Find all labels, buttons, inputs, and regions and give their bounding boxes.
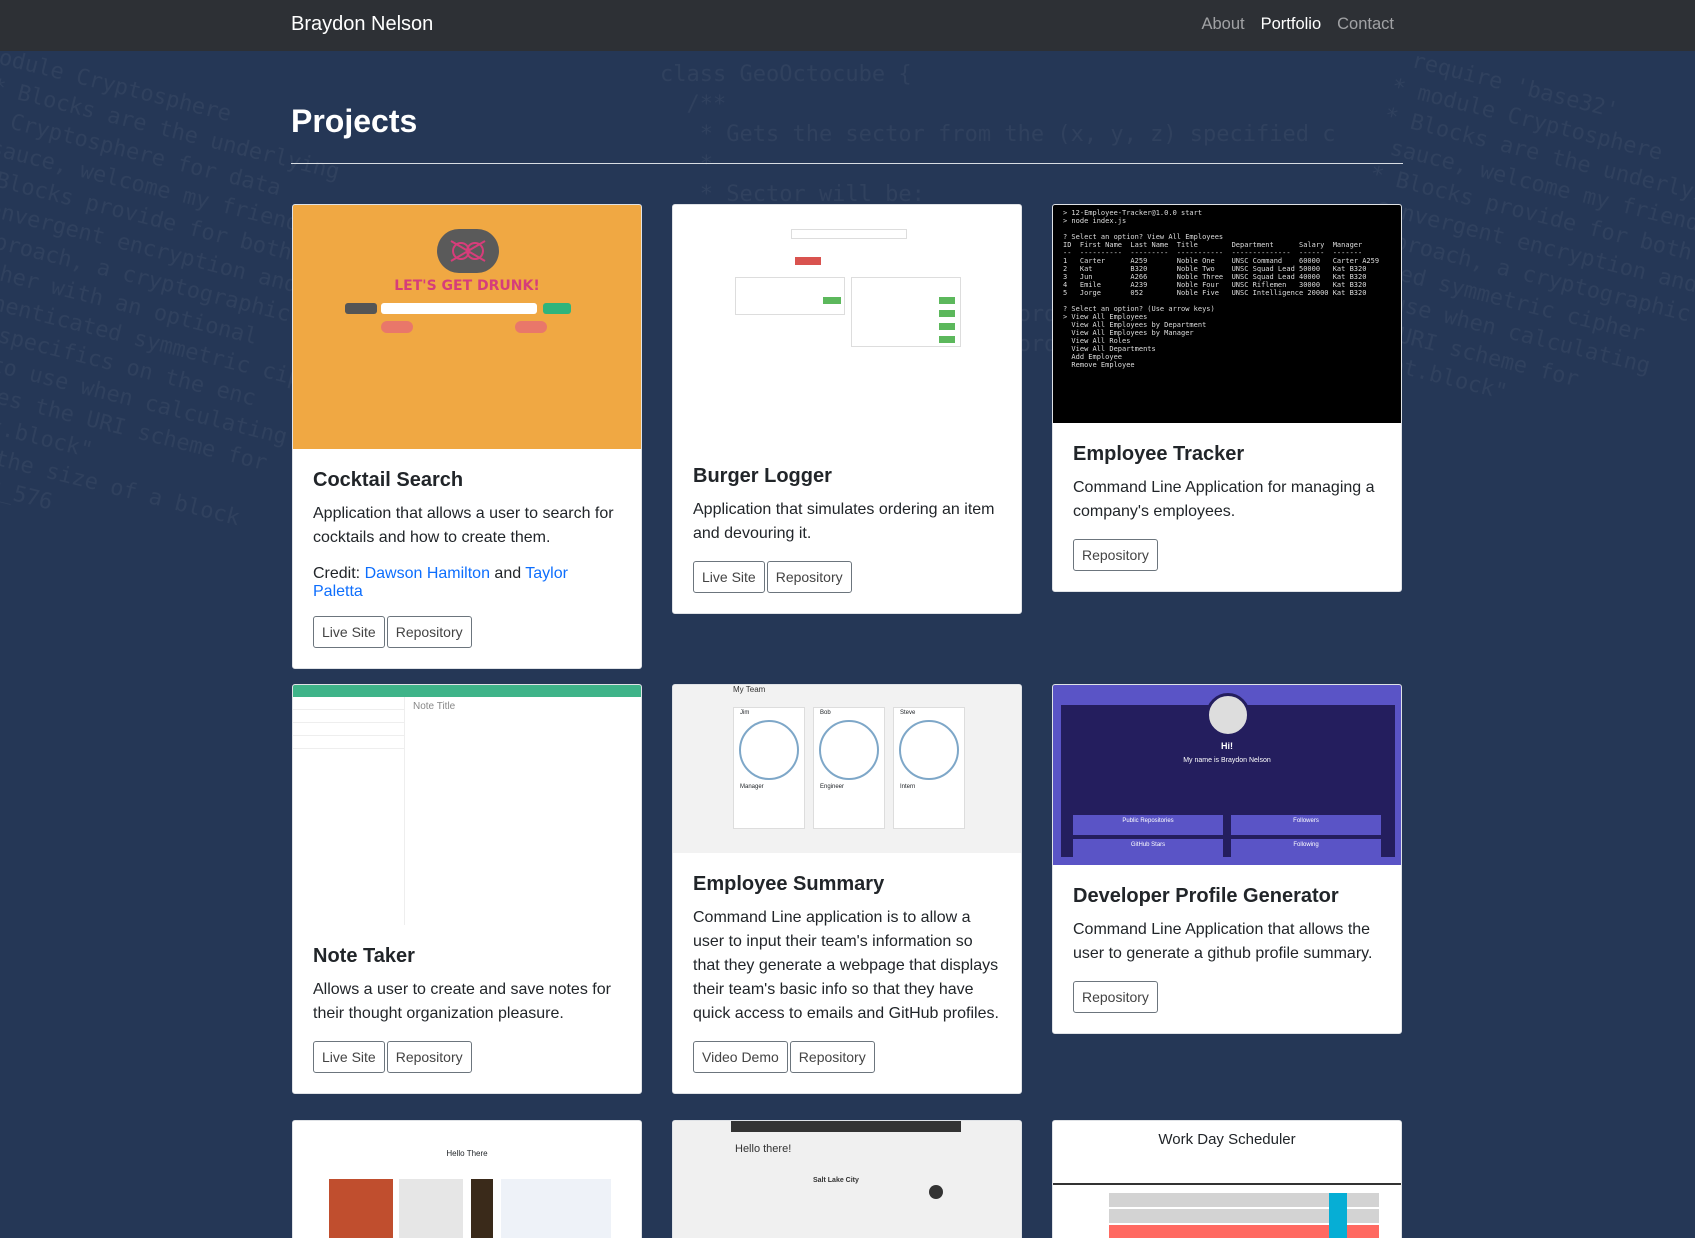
team-member-card: Steve Intern: [893, 707, 965, 829]
card-body: Burger Logger Application that simulates…: [673, 445, 1021, 613]
nav-links: About Portfolio Contact: [1201, 15, 1394, 34]
avatar-icon: [819, 720, 879, 780]
project-card-cocktail-search: LET'S GET DRUNK! Cocktail Search Applica…: [292, 204, 642, 669]
card-description: Command Line Application for managing a …: [1073, 479, 1375, 520]
card-buttons: Video Demo Repository: [693, 1041, 1001, 1073]
project-screenshot: Hello there! Salt Lake City: [673, 1121, 1021, 1238]
nav-link-contact[interactable]: Contact: [1337, 15, 1394, 34]
repository-button[interactable]: Repository: [386, 616, 472, 648]
credit-label: Credit:: [313, 565, 361, 582]
card-buttons: Repository: [1073, 539, 1381, 571]
card-description: Application that allows a user to search…: [313, 505, 614, 546]
live-site-button[interactable]: Live Site: [313, 1041, 385, 1073]
project-card-employee-summary: My Team Jim Manager Bob Engineer Steve I…: [672, 684, 1022, 1094]
credit-and: and: [494, 565, 522, 582]
nav-link-portfolio[interactable]: Portfolio: [1261, 15, 1322, 34]
video-demo-button[interactable]: Video Demo: [693, 1041, 788, 1073]
card-buttons: Live Site Repository: [313, 616, 621, 648]
card-title: Employee Tracker: [1073, 443, 1245, 465]
card-title: Employee Summary: [693, 873, 885, 895]
card-title: Note Taker: [313, 945, 415, 967]
credit-link-dawson[interactable]: Dawson Hamilton: [365, 565, 490, 582]
project-screenshot: Hi! My name is Braydon Nelson Public Rep…: [1053, 685, 1401, 865]
credit-line: Credit: Dawson Hamilton and Taylor Palet…: [313, 565, 621, 601]
brand-link[interactable]: Braydon Nelson: [291, 13, 433, 36]
logo-icon: [437, 229, 499, 273]
avatar: [1206, 693, 1250, 737]
project-card-8: Hello there! Salt Lake City: [672, 1120, 1022, 1238]
project-screenshot: Work Day Scheduler: [1053, 1121, 1401, 1238]
card-title: Developer Profile Generator: [1073, 885, 1339, 907]
project-card-burger-logger: Burger Logger Application that simulates…: [672, 204, 1022, 614]
weather-icon: [929, 1185, 943, 1199]
repository-button[interactable]: Repository: [1073, 981, 1158, 1013]
card-description: Command Line application is to allow a u…: [693, 909, 999, 1022]
card-buttons: Repository: [1073, 981, 1381, 1013]
project-screenshot: LET'S GET DRUNK!: [293, 205, 641, 449]
repository-button[interactable]: Repository: [766, 561, 852, 593]
project-card-note-taker: Note Title Note Taker Allows a user to c…: [292, 684, 642, 1094]
live-site-button[interactable]: Live Site: [693, 561, 765, 593]
project-screenshot: Note Title: [293, 685, 641, 925]
project-card-9: Work Day Scheduler: [1052, 1120, 1402, 1238]
project-card-developer-profile-generator: Hi! My name is Braydon Nelson Public Rep…: [1052, 684, 1402, 1034]
team-member-card: Bob Engineer: [813, 707, 885, 829]
card-description: Application that simulates ordering an i…: [693, 501, 995, 542]
card-buttons: Live Site Repository: [693, 561, 1001, 593]
navbar: Braydon Nelson About Portfolio Contact: [0, 0, 1695, 51]
card-body: Cocktail Search Application that allows …: [293, 449, 641, 668]
avatar-icon: [899, 720, 959, 780]
project-screenshot: > 12-Employee-Tracker@1.0.0 start > node…: [1053, 205, 1401, 423]
card-title: Cocktail Search: [313, 469, 464, 491]
title-divider: [291, 163, 1403, 164]
card-body: Employee Tracker Command Line Applicatio…: [1053, 423, 1401, 591]
live-site-button[interactable]: Live Site: [313, 616, 385, 648]
image-heading: LET'S GET DRUNK!: [394, 278, 540, 294]
note-title-placeholder: Note Title: [413, 701, 456, 712]
avatar-icon: [739, 720, 799, 780]
project-card-employee-tracker: > 12-Employee-Tracker@1.0.0 start > node…: [1052, 204, 1402, 592]
repository-button[interactable]: Repository: [789, 1041, 875, 1073]
card-body: Developer Profile Generator Command Line…: [1053, 865, 1401, 1033]
nav-link-about[interactable]: About: [1201, 15, 1244, 34]
project-card-7: Hello There: [292, 1120, 642, 1238]
card-description: Command Line Application that allows the…: [1073, 921, 1373, 962]
project-screenshot: [673, 205, 1021, 445]
repository-button[interactable]: Repository: [386, 1041, 472, 1073]
team-heading: My Team: [733, 685, 766, 694]
card-body: Employee Summary Command Line applicatio…: [673, 853, 1021, 1093]
page-title: Projects: [291, 103, 418, 139]
card-body: Note Taker Allows a user to create and s…: [293, 925, 641, 1093]
card-description: Allows a user to create and save notes f…: [313, 981, 611, 1022]
project-screenshot: Hello There: [293, 1121, 641, 1238]
team-member-card: Jim Manager: [733, 707, 805, 829]
card-buttons: Live Site Repository: [313, 1041, 621, 1073]
card-title: Burger Logger: [693, 465, 832, 487]
project-screenshot: My Team Jim Manager Bob Engineer Steve I…: [673, 685, 1021, 853]
repository-button[interactable]: Repository: [1073, 539, 1158, 571]
